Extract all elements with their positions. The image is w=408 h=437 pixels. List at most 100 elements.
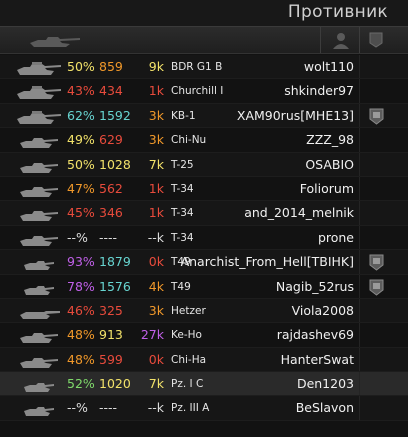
vehicle-name: Ke-Ho [171,329,202,342]
battles-count: ---- [99,400,118,416]
vehicle-name: KB-1 [171,109,196,122]
player-name: HanterSwat [280,351,354,367]
player-row[interactable]: 62% 1592 3k KB-1 XAM90rus[MHE13] [0,103,408,129]
player-name: XAM90rus[MHE13] [236,107,354,123]
win-rate: 43% [67,83,95,99]
win-rate: --% [67,400,88,416]
player-silhouette-icon[interactable] [331,31,351,49]
vehicle-name: T-34 [171,231,194,244]
vehicle-name: Hetzer [171,304,206,317]
header-divider [320,27,321,53]
rating-value: 3k [148,107,164,123]
row-divider [359,250,360,274]
player-name: and_2014_melnik [244,205,354,221]
panel-title: Противник [287,2,388,22]
panel-title-bar: Противник [0,0,408,26]
clan-emblem-icon[interactable] [368,31,384,49]
battles-count: 434 [99,83,123,99]
vehicle-name: T49 [171,280,191,293]
battles-count: 1020 [99,376,131,392]
player-row[interactable]: 52% 1020 7k Pz. I C Den1203 [0,372,408,397]
player-name: prone [317,229,354,245]
rating-value: 3k [148,132,164,148]
row-divider [359,128,360,152]
row-divider [359,152,360,176]
player-row[interactable]: 47% 562 1k T-34 Foliorum [0,176,408,202]
player-name: wolt110 [303,59,354,74]
row-divider [359,201,360,225]
player-name: Nagib_52rus [275,278,354,294]
player-row[interactable]: 93% 1879 0k T49 Anarchist_From_Hell[TBIHK] [0,250,408,275]
player-name: Den1203 [296,376,354,392]
rating-value: --k [147,400,164,416]
rating-value: 0k [148,254,164,270]
player-row[interactable]: 50% 1028 7k T-25 OSABIO [0,152,408,177]
row-divider [359,396,360,420]
clan-emblem-icon[interactable] [368,107,385,125]
rating-value: 1k [148,83,164,99]
row-divider [359,79,360,103]
player-row[interactable]: --% ---- --k Pz. III A BeSlavon [0,396,408,421]
header-divider [359,27,360,53]
player-name: ZZZ_98 [306,132,354,148]
medium-tank-icon [20,211,58,222]
win-rate: 48% [67,351,95,367]
rating-value: 7k [148,376,164,392]
rating-value: 1k [148,180,164,196]
battles-count: 913 [99,327,123,343]
medium-tank-icon [20,333,58,344]
column-header [0,26,408,54]
battles-count: 629 [99,132,123,148]
win-rate: 49% [67,132,95,148]
rating-value: 4k [148,278,164,294]
medium-tank-icon [20,186,58,197]
vehicle-name: Pz. I C [171,378,204,391]
win-rate: 46% [67,302,95,318]
tank-destroyer-icon [20,310,60,319]
win-rate: 48% [67,327,95,343]
player-name: Viola2008 [291,302,354,318]
enemy-team-list: 50% 859 9k BDR G1 B wolt110 43% 434 1k Churchill… [0,55,408,421]
battles-count: 859 [99,59,123,74]
player-row[interactable]: 50% 859 9k BDR G1 B wolt110 [0,55,408,80]
rating-value: 9k [148,59,164,74]
light-tank-icon [24,285,54,295]
medium-tank-icon [20,138,58,149]
light-tank-icon [24,261,54,271]
win-rate: 62% [67,107,95,123]
light-tank-icon [24,383,54,393]
medium-tank-icon [20,162,58,173]
player-name: shkinder97 [284,83,354,99]
rating-value: 7k [148,156,164,172]
player-name: OSABIO [305,156,354,172]
player-row[interactable]: 43% 434 1k Churchill I shkinder97 [0,79,408,104]
player-row[interactable]: 48% 913 27k Ke-Ho rajdashev69 [0,323,408,348]
vehicle-name: T-25 [171,158,194,171]
clan-emblem-icon[interactable] [368,278,385,296]
battles-count: 1592 [99,107,131,123]
row-divider [359,298,360,323]
row-divider [359,103,360,128]
battles-count: ---- [99,229,118,245]
vehicle-name: Pz. III A [171,402,210,415]
player-row[interactable]: 45% 346 1k T-34 and_2014_melnik [0,201,408,226]
clan-emblem-icon[interactable] [368,253,385,271]
vehicle-name: BDR G1 B [171,61,223,73]
row-divider [359,55,360,79]
rating-value: 27k [140,327,164,343]
player-row[interactable]: 48% 599 0k Chi-Ha HanterSwat [0,347,408,373]
battles-count: 346 [99,205,123,221]
player-row[interactable]: 78% 1576 4k T49 Nagib_52rus [0,274,408,299]
battles-count: 562 [99,180,123,196]
player-row[interactable]: 49% 629 3k Chi-Nu ZZZ_98 [0,128,408,153]
win-rate: 93% [67,254,95,270]
battles-count: 1576 [99,278,131,294]
player-row[interactable]: 46% 325 3k Hetzer Viola2008 [0,298,408,324]
row-divider [359,274,360,298]
rating-value: 0k [148,351,164,367]
player-name: BeSlavon [295,400,354,416]
rating-value: 3k [148,302,164,318]
win-rate: 45% [67,205,95,221]
tank-silhouette-icon[interactable] [26,32,84,48]
player-row[interactable]: --% ---- --k T-34 prone [0,225,408,251]
